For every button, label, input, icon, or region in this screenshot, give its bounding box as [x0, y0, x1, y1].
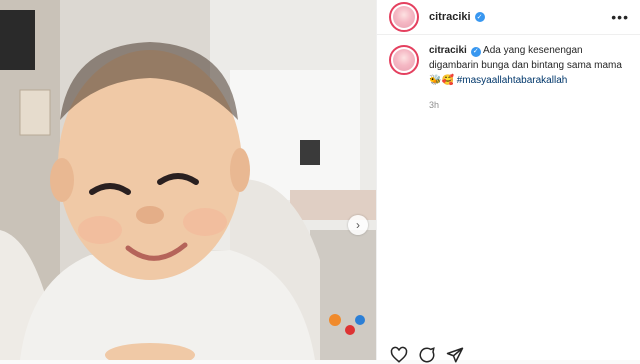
- verified-badge-icon: ✓: [474, 12, 485, 22]
- post-actions: [390, 346, 464, 364]
- caption-hashtag[interactable]: #masyaallahtabarakallah: [457, 75, 568, 86]
- caption-body: citraciki ✓ Ada yang kesenengan digambari…: [429, 43, 629, 113]
- comment-icon[interactable]: [418, 346, 436, 364]
- post-photo[interactable]: ›: [0, 0, 376, 360]
- post-username[interactable]: citraciki: [429, 11, 471, 23]
- next-photo-button[interactable]: ›: [348, 215, 368, 235]
- avatar[interactable]: [389, 2, 419, 32]
- post-timestamp[interactable]: 3h: [429, 98, 629, 113]
- caption-emojis: 🐝🥰: [429, 75, 454, 86]
- caption-comment: citraciki ✓ Ada yang kesenengan digambari…: [377, 35, 640, 113]
- verified-badge-icon: ✓: [470, 46, 481, 57]
- chevron-right-icon: ›: [356, 218, 360, 232]
- baby-photo-image: [0, 0, 376, 360]
- post-side-panel: citraciki ✓ ••• citraciki ✓ Ada yang kese…: [376, 0, 640, 360]
- share-icon[interactable]: [446, 346, 464, 364]
- post-header: citraciki ✓ •••: [377, 0, 640, 35]
- caption-username[interactable]: citraciki: [429, 45, 467, 56]
- heart-icon[interactable]: [390, 346, 408, 364]
- more-options-icon[interactable]: •••: [611, 9, 629, 25]
- avatar[interactable]: [389, 45, 419, 75]
